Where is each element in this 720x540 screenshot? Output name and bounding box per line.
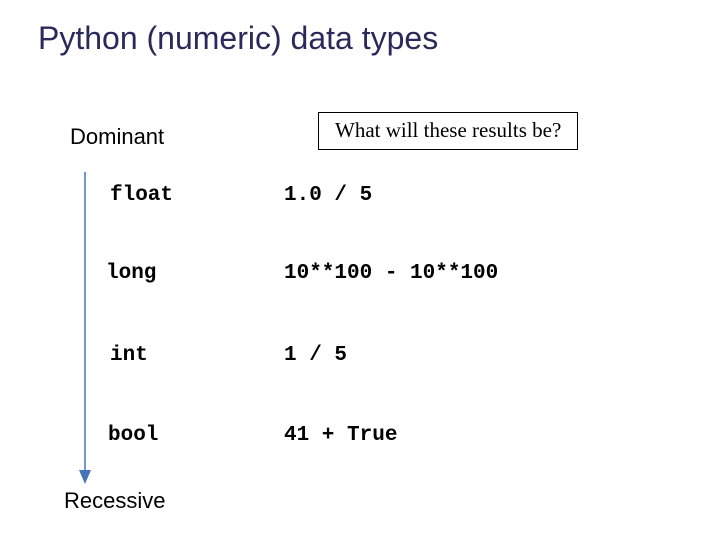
type-long-label: long	[106, 262, 156, 285]
expr-long: 10**100 - 10**100	[284, 262, 498, 285]
down-arrow-icon	[76, 172, 96, 486]
recessive-label: Recessive	[64, 488, 165, 514]
type-float-label: float	[110, 184, 173, 207]
expr-bool: 41 + True	[284, 424, 397, 447]
expr-int: 1 / 5	[284, 344, 347, 367]
dominant-label: Dominant	[70, 124, 164, 150]
question-box: What will these results be?	[318, 112, 578, 150]
expr-float: 1.0 / 5	[284, 184, 372, 207]
type-bool-label: bool	[108, 424, 158, 447]
slide-title: Python (numeric) data types	[38, 20, 438, 57]
type-int-label: int	[110, 344, 148, 367]
